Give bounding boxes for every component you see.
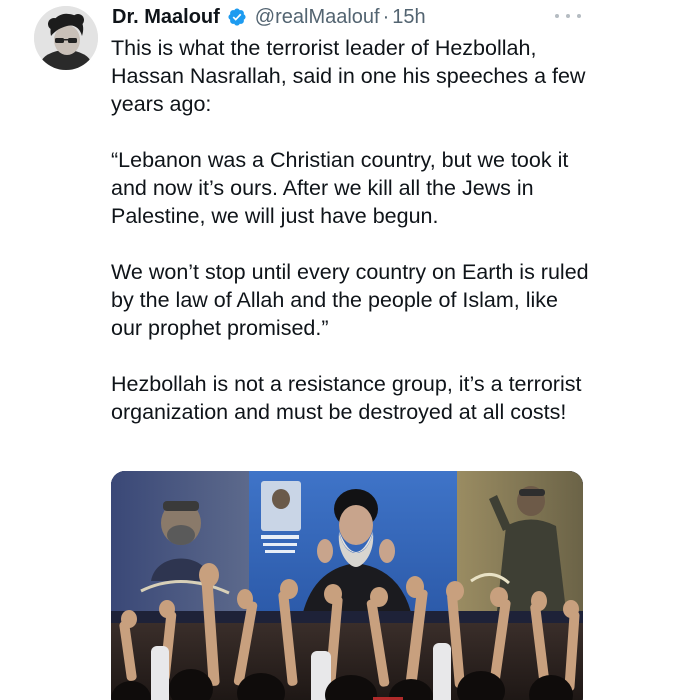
header-separator: · [382,6,390,28]
author-avatar[interactable] [34,6,98,70]
tweet-paragraph: Hezbollah is not a resistance group, it’… [111,372,588,424]
tweet-paragraph: “Lebanon was a Christian country, but we… [111,148,575,228]
tweet-paragraph: This is what the terrorist leader of Hez… [111,36,592,116]
tweet-paragraph: We won’t stop until every country on Ear… [111,260,595,340]
avatar-image [34,6,98,70]
more-options-icon[interactable] [555,8,581,24]
tweet-media-photo[interactable] [111,471,583,700]
rally-photo [111,471,583,700]
tweet-text: This is what the terrorist leader of Hez… [111,34,591,426]
author-handle[interactable]: @realMaalouf [255,4,380,30]
tweet-timestamp[interactable]: 15h [392,4,425,30]
verified-badge-icon [227,7,247,27]
author-display-name[interactable]: Dr. Maalouf [112,4,220,30]
tweet-header: Dr. Maalouf @realMaalouf · 15h [112,4,426,30]
